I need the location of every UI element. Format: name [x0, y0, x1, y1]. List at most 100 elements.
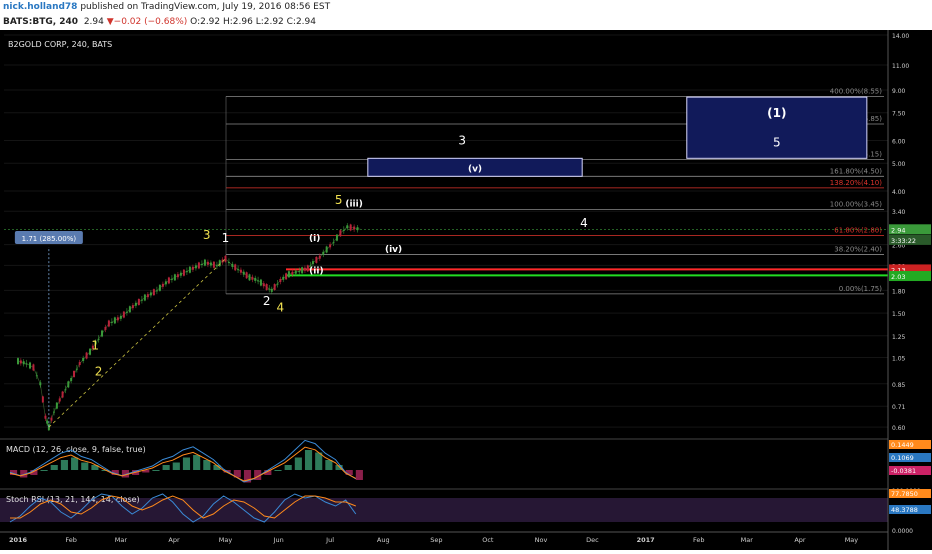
stoch-tag: 48.3788: [891, 506, 918, 514]
x-tick-label: Jul: [325, 536, 334, 544]
candle-body: [318, 255, 321, 259]
price-change: −0.02 (−0.68%): [113, 17, 188, 27]
x-tick-label: 2017: [637, 536, 655, 544]
candle-body: [339, 230, 342, 237]
fib-label: 400.00%(8.55): [830, 87, 882, 95]
candle-body: [64, 389, 67, 391]
x-tick-label: Jun: [273, 536, 284, 544]
macd-tag: 0.1069: [891, 454, 914, 462]
candle-body: [152, 289, 155, 296]
quote-line: BATS:BTG, 240 2.94 ▼−0.02 (−0.68%) O:2.9…: [3, 17, 316, 27]
candle-body: [146, 294, 149, 298]
candle-body: [298, 271, 301, 273]
candle-body: [58, 398, 61, 402]
x-tick-label: May: [845, 536, 859, 544]
candle-body: [176, 274, 179, 278]
time-axis[interactable]: 2016 Feb Mar Apr May Jun Jul Aug Sep Oct Nov Dec 201…: [0, 531, 888, 544]
candle-body: [39, 382, 42, 386]
price-axis[interactable]: 14.0011.009.007.506.005.004.003.402.602.…: [887, 30, 931, 550]
candle-body: [209, 262, 212, 266]
x-tick-label: Sep: [430, 536, 442, 544]
candle-body: [149, 292, 152, 296]
candle-body: [32, 364, 35, 371]
candle-body: [322, 251, 325, 255]
y-tick-label: 1.50: [892, 311, 906, 318]
candle-body: [44, 415, 47, 419]
y-tick-label: 1.80: [892, 288, 906, 295]
macd-tag: -0.0381: [891, 467, 916, 475]
candle-body: [268, 288, 271, 290]
candle-body: [85, 352, 88, 359]
macd-histogram-bar: [325, 460, 333, 470]
macd-histogram-bar: [304, 450, 313, 470]
macd-histogram-bar: [355, 470, 363, 480]
candle-body: [346, 225, 349, 229]
candle-body: [170, 278, 173, 280]
x-tick-label: Aug: [377, 536, 390, 544]
x-tick-label: Feb: [693, 536, 705, 544]
stoch-title: Stoch RSI (13, 21, 144, 14, close): [6, 495, 140, 504]
candle-body: [311, 261, 314, 265]
candle-body: [61, 391, 64, 398]
x-tick-label: Apr: [168, 536, 180, 544]
candle-body: [75, 368, 78, 370]
y-tick-label: 0.60: [892, 425, 906, 432]
wave-label: (iv): [385, 245, 402, 255]
candle-body: [349, 224, 352, 231]
candle-body: [46, 420, 49, 424]
candle-body: [294, 270, 297, 274]
candle-body: [47, 424, 50, 431]
macd-pane[interactable]: MACD (12, 26, close, 9, false, true): [0, 438, 888, 483]
target-boxes[interactable]: (v) (1) 5: [367, 96, 868, 177]
macd-histogram-bar: [50, 465, 58, 470]
y-tick-label: 11.00: [892, 63, 909, 70]
wave-label: 2: [95, 364, 103, 378]
candle-body: [287, 271, 290, 278]
candle-body: [212, 261, 215, 268]
macd-histogram-bar: [182, 457, 191, 470]
wave-label: 3: [203, 228, 211, 242]
price-tag: 2.03: [891, 273, 905, 281]
candle-body: [224, 255, 227, 262]
macd-histogram-bar: [71, 457, 79, 470]
candle-body: [116, 317, 119, 321]
candle-body: [167, 277, 170, 284]
candle-body: [206, 261, 209, 265]
candle-body: [279, 278, 282, 282]
candle-body: [73, 370, 76, 377]
x-tick-label: 2016: [9, 536, 28, 544]
candle-body: [353, 226, 356, 230]
candle-body: [131, 305, 134, 309]
macd-histogram-bar: [294, 457, 302, 470]
stoch-rsi-pane[interactable]: Stoch RSI (13, 21, 144, 14, close): [0, 488, 888, 523]
candle-body: [282, 276, 285, 280]
candle-body: [41, 396, 44, 403]
y-tick-label: 1.05: [892, 355, 906, 362]
chart-area[interactable]: B2GOLD CORP, 240, BATS 400.00%(8.55)300.…: [0, 30, 932, 550]
macd-tag: 0.1449: [891, 441, 914, 449]
chart-header: nick.holland78 published on TradingView.…: [0, 0, 932, 30]
last-price: 2.94: [83, 17, 104, 27]
author-link[interactable]: nick.holland78: [3, 2, 77, 12]
candle-body: [173, 274, 176, 281]
stoch-tick: 0.0000: [892, 528, 913, 535]
candle-body: [356, 227, 359, 231]
candle-body: [185, 271, 188, 273]
candle-body: [303, 267, 306, 271]
wave-label: 1: [222, 231, 230, 245]
candle-body: [270, 288, 273, 292]
fib-label: 38.20%(2.40): [834, 246, 882, 254]
macd-histogram-bar: [315, 452, 323, 470]
chart-title: B2GOLD CORP, 240, BATS: [8, 40, 112, 49]
macd-histogram-bar: [193, 455, 201, 470]
chart-svg[interactable]: B2GOLD CORP, 240, BATS 400.00%(8.55)300.…: [0, 30, 932, 550]
box-label: 5: [773, 136, 781, 150]
candle-body: [245, 272, 248, 279]
candle-body: [335, 234, 338, 241]
x-tick-label: Nov: [535, 536, 548, 544]
candle-body: [122, 311, 125, 318]
candle-body: [273, 284, 276, 291]
candle-body: [25, 363, 28, 365]
candle-body: [119, 315, 122, 319]
x-tick-label: Feb: [65, 536, 77, 544]
